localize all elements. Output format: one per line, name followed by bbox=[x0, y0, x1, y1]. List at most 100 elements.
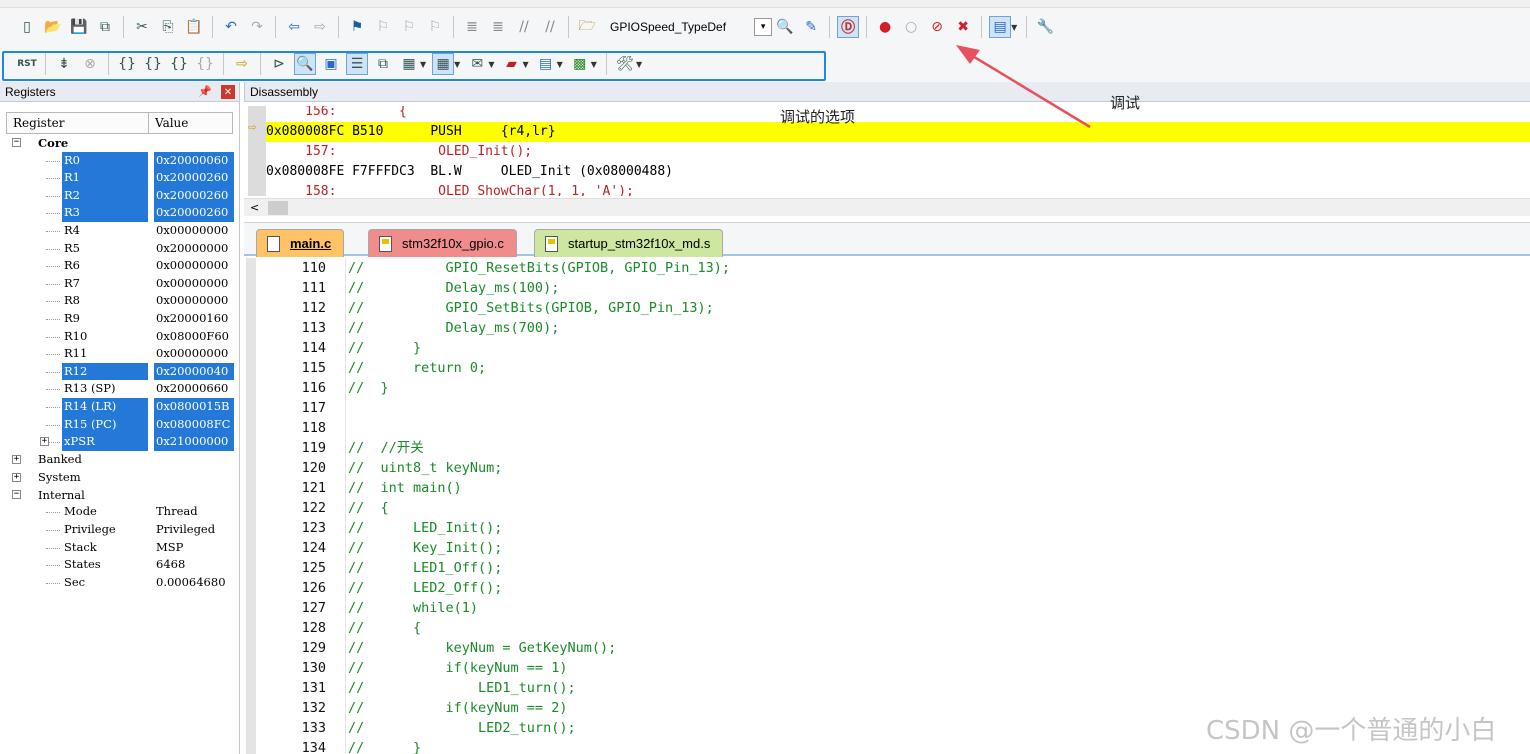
code-line[interactable]: 129 // keyNum = GetKeyNum(); bbox=[256, 638, 1526, 658]
code-line[interactable]: 121 // int main() bbox=[256, 478, 1526, 498]
register-row[interactable]: R1 0x20000260 bbox=[6, 169, 239, 187]
code-line[interactable]: 115 // return 0; bbox=[256, 358, 1526, 378]
call-stack-icon[interactable]: ⧉ bbox=[372, 53, 394, 75]
code-line[interactable]: 123 // LED_Init(); bbox=[256, 518, 1526, 538]
collapse-icon[interactable]: − bbox=[12, 138, 21, 148]
unindent-icon[interactable]: ≣ bbox=[487, 16, 509, 38]
code-line[interactable]: 131 // LED1_turn(); bbox=[256, 678, 1526, 698]
configure-icon[interactable]: 🔧 bbox=[1034, 16, 1056, 38]
tab-startup-s[interactable]: startup_stm32f10x_md.s bbox=[534, 229, 724, 257]
prev-bookmark-icon[interactable]: ⚐ bbox=[372, 16, 394, 38]
internal-row[interactable]: Mode Thread bbox=[6, 503, 239, 521]
insert-breakpoint-icon[interactable]: ● bbox=[874, 16, 896, 38]
chevron-down-icon[interactable]: ▾ bbox=[754, 18, 773, 36]
code-line[interactable]: 110 // GPIO_ResetBits(GPIOB, GPIO_Pin_13)… bbox=[256, 258, 1526, 278]
disassembly-line[interactable]: 0x080008FE F7FFFDC3 BL.W OLED_Init (0x08… bbox=[266, 162, 1530, 182]
clear-bookmarks-icon[interactable]: ⚐ bbox=[424, 16, 446, 38]
register-row[interactable]: R6 0x00000000 bbox=[6, 257, 239, 275]
disassembly-view[interactable]: 156: {0x080008FC B510 PUSH {r4,lr} 157: … bbox=[244, 106, 1530, 196]
indent-icon[interactable]: ≣ bbox=[461, 16, 483, 38]
register-row[interactable]: R7 0x00000000 bbox=[6, 275, 239, 293]
step-into-icon[interactable]: {} bbox=[116, 53, 138, 75]
kill-breakpoints-icon[interactable]: ✖ bbox=[952, 16, 974, 38]
expand-icon[interactable]: + bbox=[40, 437, 49, 447]
chevron-down-icon[interactable]: ▼ bbox=[636, 60, 642, 69]
collapse-icon[interactable]: − bbox=[12, 490, 21, 500]
register-row[interactable]: R11 0x00000000 bbox=[6, 345, 239, 363]
serial-window-icon[interactable]: ✉ bbox=[466, 53, 488, 75]
comment-icon[interactable]: // bbox=[513, 16, 535, 38]
disassembly-line[interactable]: 157: OLED_Init(); bbox=[266, 142, 1530, 162]
chevron-down-icon[interactable]: ▼ bbox=[488, 60, 494, 69]
code-line[interactable]: 128 // { bbox=[256, 618, 1526, 638]
editor-gutter[interactable] bbox=[246, 258, 256, 754]
save-icon[interactable]: 💾 bbox=[68, 16, 90, 38]
register-row[interactable]: R3 0x20000260 bbox=[6, 204, 239, 222]
code-line[interactable]: 124 // Key_Init(); bbox=[256, 538, 1526, 558]
scrollbar-thumb[interactable] bbox=[268, 201, 288, 215]
disassembly-line[interactable]: 158: OLED_ShowChar(1, 1, 'A'); bbox=[266, 182, 1530, 196]
run-to-cursor-icon[interactable]: {} bbox=[194, 53, 216, 75]
expand-icon[interactable]: + bbox=[12, 472, 21, 482]
chevron-down-icon[interactable]: ▼ bbox=[522, 60, 528, 69]
pin-icon[interactable]: 📌 bbox=[198, 86, 212, 98]
register-column-header[interactable]: Register bbox=[7, 113, 149, 133]
cut-icon[interactable]: ✂ bbox=[131, 16, 153, 38]
code-editor[interactable]: 110 // GPIO_ResetBits(GPIOB, GPIO_Pin_13)… bbox=[244, 258, 1530, 754]
chevron-down-icon[interactable]: ▼ bbox=[1011, 23, 1017, 32]
find-combo-value[interactable]: GPIOSpeed_TypeDef bbox=[604, 16, 732, 38]
run-icon[interactable]: ⇟ bbox=[53, 53, 75, 75]
code-line[interactable]: 119 // //开关 bbox=[256, 438, 1526, 458]
code-line[interactable]: 111 // Delay_ms(100); bbox=[256, 278, 1526, 298]
find-in-files-icon[interactable]: 🗁 bbox=[576, 16, 598, 38]
register-row[interactable]: R12 0x20000040 bbox=[6, 362, 239, 381]
code-line[interactable]: 125 // LED1_Off(); bbox=[256, 558, 1526, 578]
code-line[interactable]: 112 // GPIO_SetBits(GPIOB, GPIO_Pin_13); bbox=[256, 298, 1526, 318]
disable-breakpoints-icon[interactable]: ⊘ bbox=[926, 16, 948, 38]
insert-bookmark-icon[interactable]: ⚑ bbox=[346, 16, 368, 38]
chevron-down-icon[interactable]: ▼ bbox=[420, 60, 426, 69]
internal-row[interactable]: Sec 0.00064680 bbox=[6, 574, 239, 592]
undo-icon[interactable]: ↶ bbox=[220, 16, 242, 38]
code-line[interactable]: 127 // while(1) bbox=[256, 598, 1526, 618]
horizontal-scrollbar[interactable]: < bbox=[244, 198, 1530, 216]
copy-icon[interactable]: ⎘ bbox=[157, 16, 179, 38]
code-line[interactable]: 113 // Delay_ms(700); bbox=[256, 318, 1526, 338]
register-row[interactable]: R4 0x00000000 bbox=[6, 222, 239, 240]
code-line[interactable]: 122 // { bbox=[256, 498, 1526, 518]
incremental-find-icon[interactable]: 🔍 bbox=[774, 16, 796, 38]
chevron-down-icon[interactable]: ▼ bbox=[591, 60, 597, 69]
find-combo[interactable]: GPIOSpeed_TypeDef ▾ bbox=[604, 16, 773, 38]
debug-session-icon[interactable]: ✎ bbox=[800, 16, 822, 38]
step-out-icon[interactable]: {} bbox=[168, 53, 190, 75]
command-window-icon[interactable]: ⊳ bbox=[268, 53, 290, 75]
tree-group-system[interactable]: + System bbox=[6, 468, 239, 486]
tree-group-core[interactable]: − Core bbox=[6, 134, 239, 152]
window-layout-icon[interactable]: ▤ bbox=[989, 16, 1012, 38]
system-viewer-icon[interactable]: ▩ bbox=[569, 53, 591, 75]
toolbox-icon[interactable]: 🛠 bbox=[614, 53, 636, 75]
enable-breakpoint-icon[interactable]: ○ bbox=[900, 16, 922, 38]
disassembly-current-line[interactable]: 0x080008FC B510 PUSH {r4,lr} bbox=[266, 122, 1530, 142]
reset-cpu-icon[interactable]: RST bbox=[16, 53, 38, 75]
close-icon[interactable]: ✕ bbox=[221, 85, 235, 100]
code-line[interactable]: 117 bbox=[256, 398, 1526, 418]
code-line[interactable]: 118 bbox=[256, 418, 1526, 438]
chevron-down-icon[interactable]: ▼ bbox=[557, 60, 563, 69]
register-row[interactable]: R9 0x20000160 bbox=[6, 310, 239, 328]
registers-window-icon[interactable]: ☰ bbox=[346, 53, 368, 75]
open-file-icon[interactable]: 📂 bbox=[42, 16, 64, 38]
register-row[interactable]: R13 (SP) 0x20000660 bbox=[6, 380, 239, 398]
code-line[interactable]: 114 // } bbox=[256, 338, 1526, 358]
tab-main-c[interactable]: main.c bbox=[256, 229, 345, 257]
internal-row[interactable]: Privilege Privileged bbox=[6, 521, 239, 539]
code-line[interactable]: 120 // uint8_t keyNum; bbox=[256, 458, 1526, 478]
memory-window-icon[interactable]: ▦ bbox=[432, 53, 455, 75]
save-all-icon[interactable]: ⧉ bbox=[94, 16, 116, 38]
register-row[interactable]: R8 0x00000000 bbox=[6, 292, 239, 310]
register-row[interactable]: R0 0x20000060 bbox=[6, 151, 239, 170]
expand-icon[interactable]: + bbox=[12, 454, 21, 464]
code-line[interactable]: 126 // LED2_Off(); bbox=[256, 578, 1526, 598]
code-line[interactable]: 116 // } bbox=[256, 378, 1526, 398]
next-bookmark-icon[interactable]: ⚐ bbox=[398, 16, 420, 38]
